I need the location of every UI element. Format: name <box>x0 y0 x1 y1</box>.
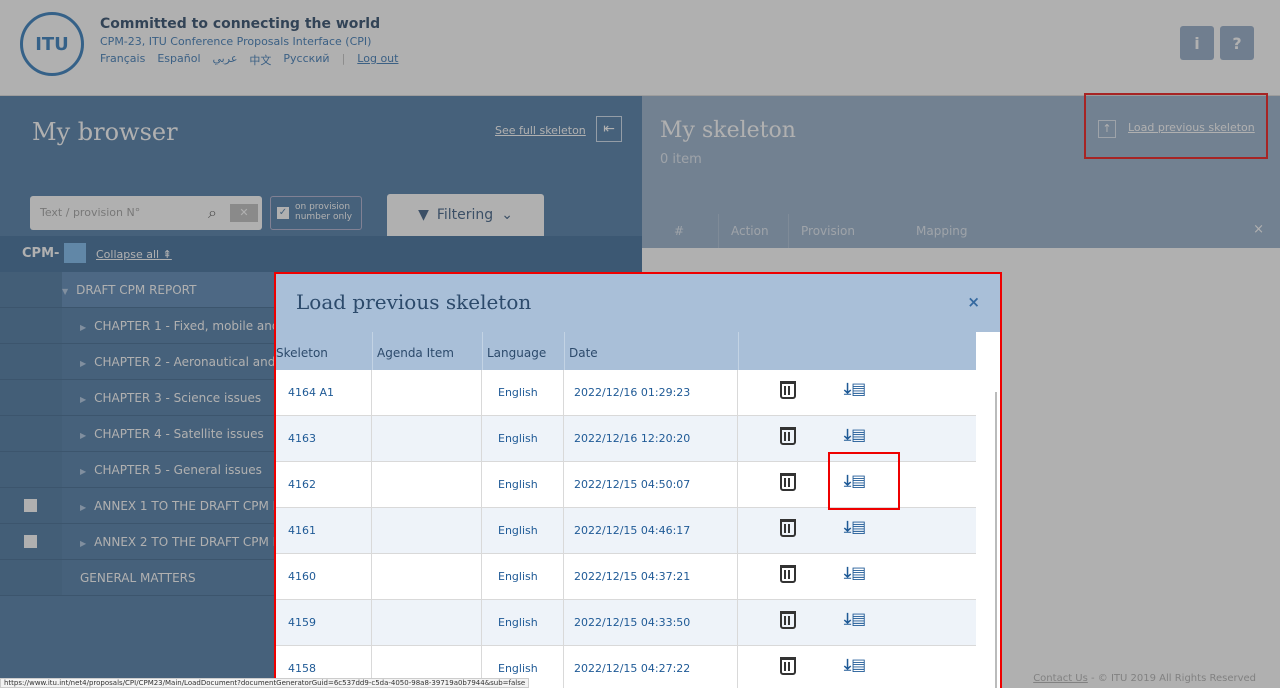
cell-skeleton: 4162 <box>276 462 372 508</box>
col-language: Language <box>482 332 564 370</box>
cell-date: 2022/12/16 12:20:20 <box>564 416 738 462</box>
cell-date: 2022/12/15 04:50:07 <box>564 462 738 508</box>
cell-agenda-item <box>372 554 482 600</box>
cell-language: English <box>482 416 564 462</box>
download-skeleton-icon[interactable]: ⤓▤ <box>844 563 866 583</box>
table-row[interactable]: 4161 English 2022/12/15 04:46:17 ⤓▤ <box>276 508 976 554</box>
delete-icon[interactable] <box>780 657 796 675</box>
cell-skeleton: 4161 <box>276 508 372 554</box>
delete-icon[interactable] <box>780 427 796 445</box>
delete-icon[interactable] <box>780 565 796 583</box>
col-date: Date <box>564 332 738 370</box>
download-skeleton-icon[interactable]: ⤓▤ <box>844 425 866 445</box>
delete-icon[interactable] <box>780 473 796 491</box>
cell-agenda-item <box>372 600 482 646</box>
dialog-title: Load previous skeleton <box>296 290 532 314</box>
dialog-header: Load previous skeleton × <box>276 274 1000 332</box>
cell-date: 2022/12/15 04:27:22 <box>564 646 738 688</box>
cell-agenda-item <box>372 370 482 416</box>
cell-date: 2022/12/15 04:37:21 <box>564 554 738 600</box>
col-actions <box>738 332 976 370</box>
cell-language: English <box>482 370 564 416</box>
col-skeleton: Skeleton <box>276 346 328 360</box>
cell-skeleton: 4163 <box>276 416 372 462</box>
cell-actions: ⤓▤ <box>738 508 976 554</box>
cell-date: 2022/12/16 01:29:23 <box>564 370 738 416</box>
close-icon[interactable]: × <box>967 293 980 311</box>
cell-agenda-item <box>372 416 482 462</box>
cell-language: English <box>482 554 564 600</box>
download-skeleton-icon[interactable]: ⤓▤ <box>844 655 866 675</box>
table-row[interactable]: 4164 A1 English 2022/12/16 01:29:23 ⤓▤ <box>276 370 976 416</box>
cell-actions: ⤓▤ <box>738 554 976 600</box>
table-row[interactable]: 4160 English 2022/12/15 04:37:21 ⤓▤ <box>276 554 976 600</box>
delete-icon[interactable] <box>780 519 796 537</box>
scrollbar[interactable] <box>976 332 1000 688</box>
cell-skeleton: 4160 <box>276 554 372 600</box>
cell-language: English <box>482 462 564 508</box>
download-skeleton-icon[interactable]: ⤓▤ <box>844 609 866 629</box>
cell-actions: ⤓▤ <box>738 600 976 646</box>
delete-icon[interactable] <box>780 611 796 629</box>
cell-actions: ⤓▤ <box>738 370 976 416</box>
cell-language: English <box>482 508 564 554</box>
table-row[interactable]: 4159 English 2022/12/15 04:33:50 ⤓▤ <box>276 600 976 646</box>
skeleton-table: Skeleton Agenda Item Language Date 4164 … <box>276 332 976 688</box>
cell-skeleton: 4159 <box>276 600 372 646</box>
cell-agenda-item <box>372 462 482 508</box>
cell-agenda-item <box>372 508 482 554</box>
download-highlight <box>828 452 900 510</box>
cell-language: English <box>482 600 564 646</box>
col-agenda-item: Agenda Item <box>372 332 482 370</box>
download-skeleton-icon[interactable]: ⤓▤ <box>844 517 866 537</box>
cell-actions: ⤓▤ <box>738 646 976 688</box>
delete-icon[interactable] <box>780 381 796 399</box>
download-skeleton-icon[interactable]: ⤓▤ <box>844 379 866 399</box>
cell-date: 2022/12/15 04:46:17 <box>564 508 738 554</box>
table-header: Skeleton Agenda Item Language Date <box>276 332 976 370</box>
cell-date: 2022/12/15 04:33:50 <box>564 600 738 646</box>
status-url: https://www.itu.int/net4/proposals/CPI/C… <box>0 678 530 688</box>
cell-skeleton: 4164 A1 <box>276 370 372 416</box>
